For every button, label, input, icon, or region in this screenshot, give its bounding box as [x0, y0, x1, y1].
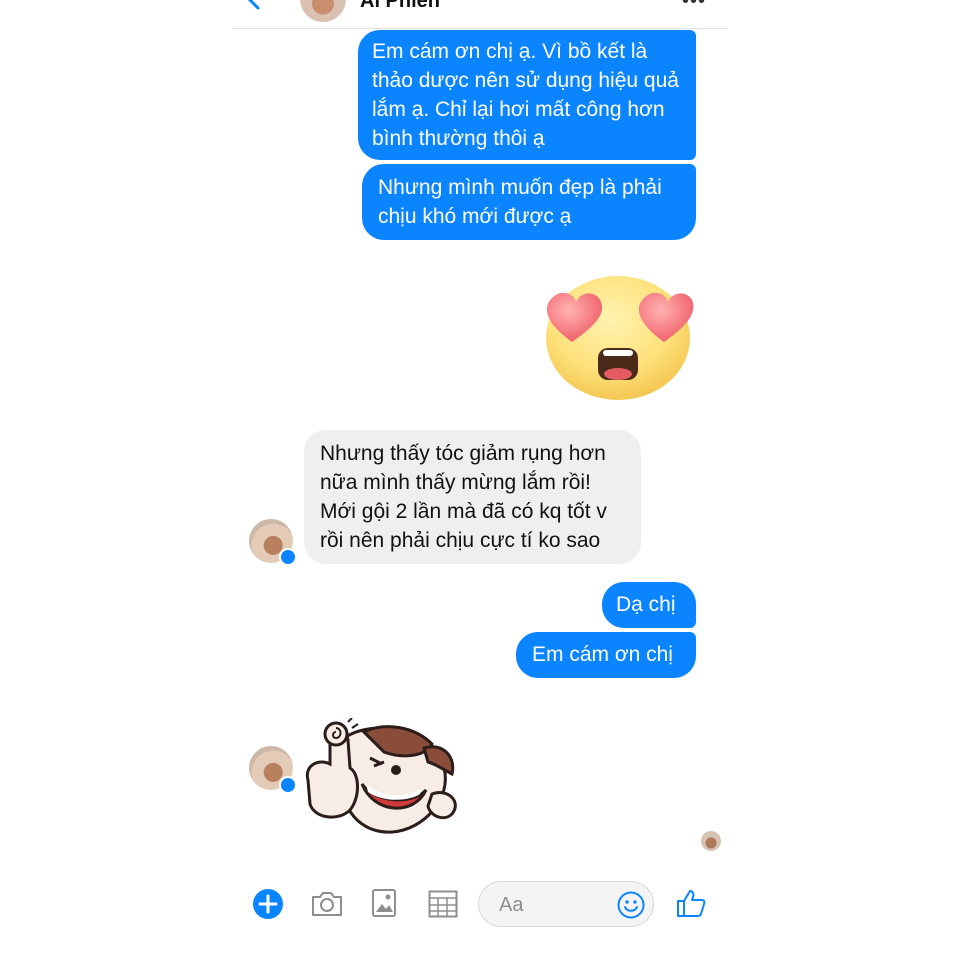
message-input[interactable] — [497, 893, 611, 918]
like-icon[interactable] — [676, 888, 706, 918]
camera-icon[interactable] — [310, 890, 344, 918]
incoming-message[interactable]: Nhưng thấy tóc giảm rụng hơn nữa mình th… — [304, 430, 641, 564]
outgoing-message[interactable]: Em cám ơn chị ạ. Vì bồ kết là thảo dược … — [358, 30, 696, 160]
back-icon[interactable] — [244, 0, 264, 12]
chat-header: Ái Phiên ••• — [232, 0, 728, 29]
more-icon[interactable]: ••• — [682, 0, 706, 13]
messenger-badge-icon — [279, 776, 297, 794]
heart-eyes-emoji[interactable] — [540, 270, 696, 400]
contact-name[interactable]: Ái Phiên — [360, 0, 440, 13]
plus-icon[interactable] — [252, 888, 284, 920]
smiley-icon[interactable] — [617, 891, 645, 919]
messenger-badge-icon — [279, 548, 297, 566]
outgoing-message[interactable]: Dạ chị — [602, 582, 696, 628]
image-icon[interactable] — [371, 888, 397, 918]
outgoing-message[interactable]: Nhưng mình muốn đẹp là phải chịu khó mới… — [362, 164, 696, 240]
outgoing-message[interactable]: Em cám ơn chị — [516, 632, 696, 678]
gif-grid-icon[interactable] — [428, 890, 458, 918]
message-input-box[interactable] — [478, 881, 654, 927]
contact-avatar[interactable] — [300, 0, 346, 22]
thumbs-up-sticker[interactable] — [304, 718, 464, 840]
seen-receipt-avatar — [701, 831, 721, 851]
